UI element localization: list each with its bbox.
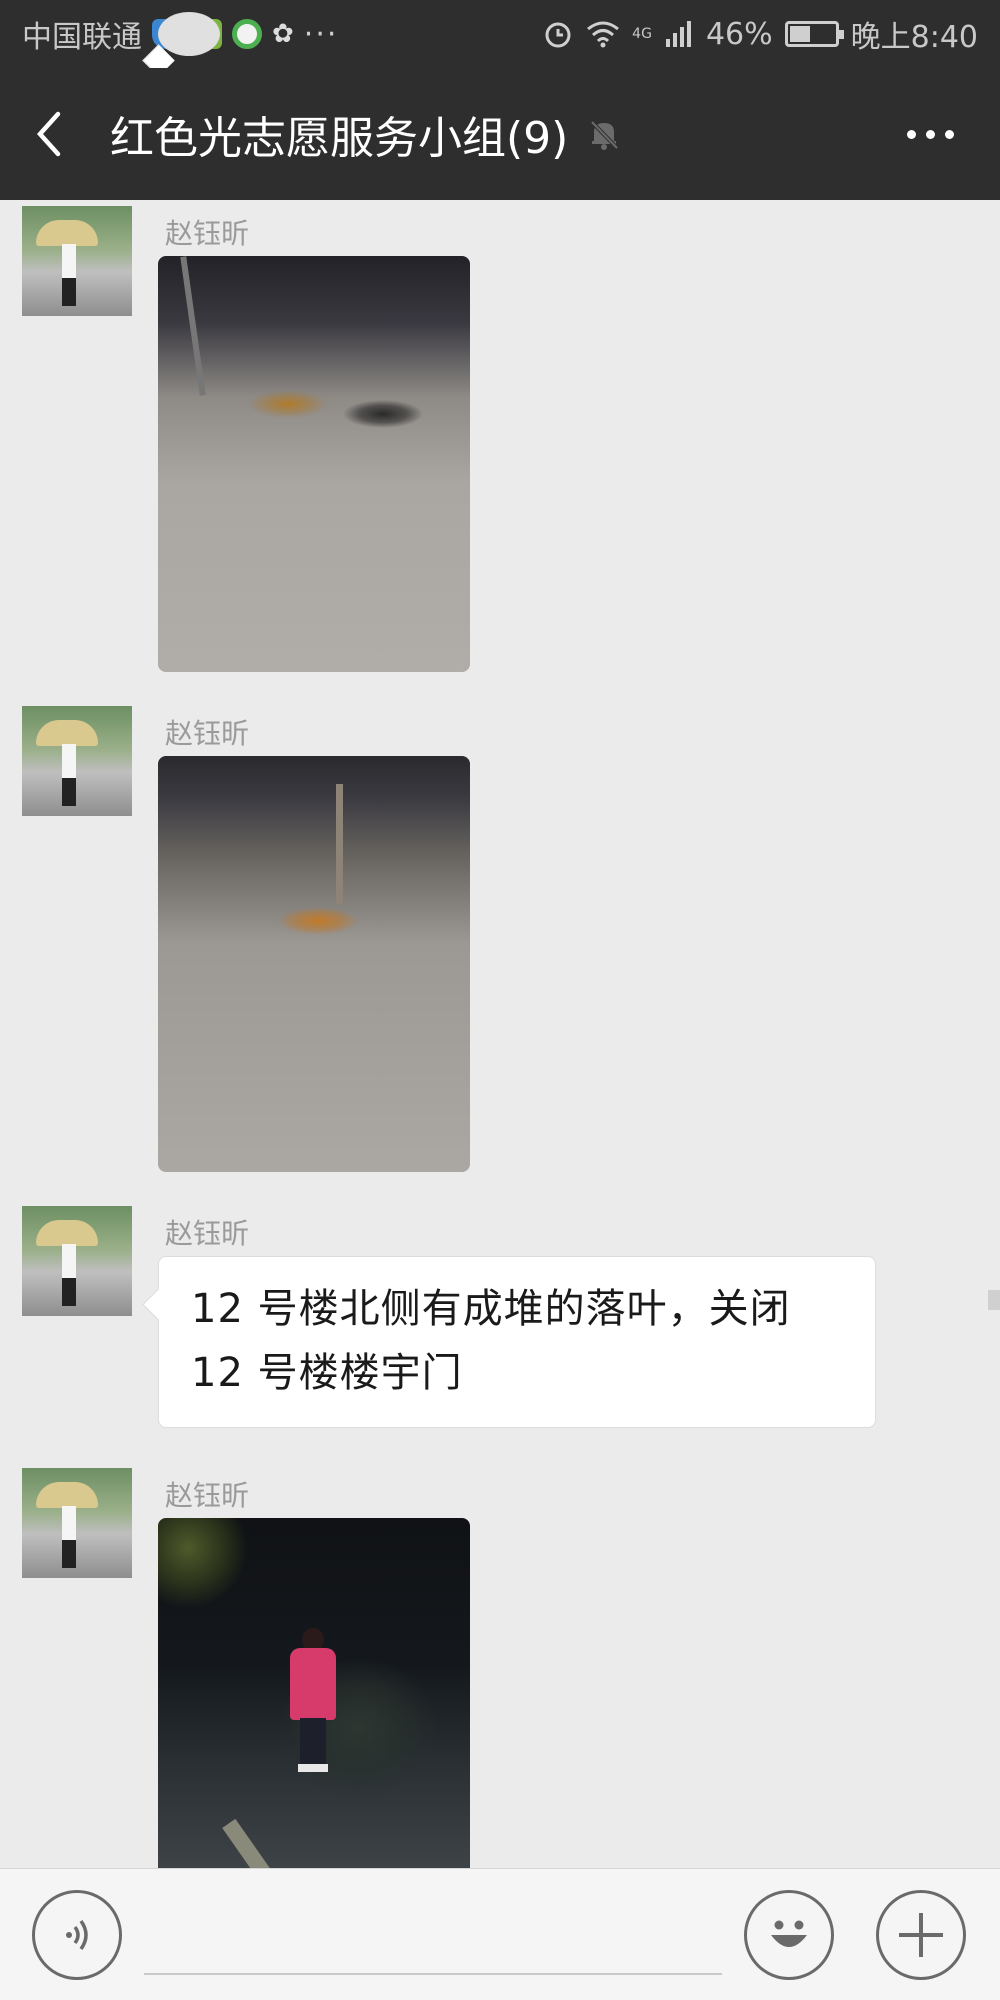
signal-icon	[665, 21, 691, 47]
avatar-person	[62, 244, 76, 306]
avatar[interactable]	[22, 706, 132, 816]
avatar-umbrella	[36, 220, 98, 246]
chat-header: 红色光志愿服务小组(9)	[0, 68, 1000, 200]
plus-icon	[899, 1913, 943, 1957]
message-icon	[158, 12, 220, 56]
alarm-icon	[545, 22, 571, 48]
huawei-icon: ✿	[272, 19, 294, 49]
battery-percent: 46%	[705, 16, 773, 52]
image-road-streak	[222, 1818, 270, 1868]
message-image[interactable]	[158, 756, 470, 1172]
scroll-indicator[interactable]	[988, 1290, 1000, 1310]
avatar-umbrella	[36, 1220, 98, 1246]
chat-title: 红色光志愿服务小组(9)	[110, 113, 569, 164]
avatar-person	[62, 744, 76, 806]
status-bar: 中国联通 ✿ ··· 4G 46% 晚上8:40	[0, 0, 1000, 68]
more-notifications-indicator: ···	[303, 16, 339, 52]
more-dot	[925, 129, 935, 139]
input-bar	[0, 1868, 1000, 2000]
wifi-icon	[587, 21, 620, 48]
message-input[interactable]	[144, 1899, 722, 1975]
avatar[interactable]	[22, 1206, 132, 1316]
voice-button[interactable]	[32, 1890, 122, 1980]
image-pole	[336, 784, 343, 904]
emoji-icon	[771, 1920, 807, 1947]
sender-name: 赵钰昕	[165, 217, 250, 250]
avatar-umbrella	[36, 1482, 98, 1508]
carrier-label: 中国联通	[22, 20, 142, 55]
avatar-umbrella	[36, 720, 98, 746]
message-image[interactable]	[158, 256, 470, 672]
avatar-person	[62, 1506, 76, 1568]
network-type: 4G	[632, 26, 652, 42]
image-figure-body	[290, 1648, 336, 1720]
bell-mute-icon	[590, 120, 619, 150]
message-text-line: 12 号楼北侧有成堆的落叶，关闭	[191, 1286, 791, 1332]
sender-name: 赵钰昕	[165, 1217, 250, 1250]
message-image[interactable]	[158, 1518, 470, 1868]
image-figure-legs	[300, 1718, 326, 1768]
image-figure-feet	[298, 1764, 328, 1772]
battery-level	[789, 26, 810, 42]
image-pole	[180, 256, 206, 396]
emoji-button[interactable]	[744, 1890, 834, 1980]
message-list[interactable]: 赵钰昕 赵钰昕 赵钰昕 12 号楼北侧有成堆的落叶，关闭 12 号楼楼宇门 赵钰…	[0, 200, 1000, 1868]
back-button[interactable]	[0, 68, 100, 200]
sender-name: 赵钰昕	[165, 717, 250, 750]
battery-icon	[784, 21, 844, 47]
message-text-line: 12 号楼楼宇门	[191, 1350, 463, 1396]
more-options-button[interactable]	[900, 104, 960, 164]
sender-name: 赵钰昕	[165, 1479, 250, 1512]
text-bubble[interactable]: 12 号楼北侧有成堆的落叶，关闭 12 号楼楼宇门	[158, 1256, 876, 1428]
more-functions-button[interactable]	[876, 1890, 966, 1980]
chevron-left-icon	[36, 111, 61, 157]
voice-icon	[66, 1919, 88, 1951]
avatar[interactable]	[22, 1468, 132, 1578]
avatar-person	[62, 1244, 76, 1306]
more-dot	[906, 129, 916, 139]
status-right: 4G 46% 晚上8:40	[542, 12, 978, 56]
more-dot	[944, 129, 954, 139]
avatar[interactable]	[22, 206, 132, 316]
browser-icon	[232, 19, 262, 49]
clock: 晚上8:40	[850, 20, 978, 55]
status-left: 中国联通 ✿ ···	[22, 12, 338, 56]
